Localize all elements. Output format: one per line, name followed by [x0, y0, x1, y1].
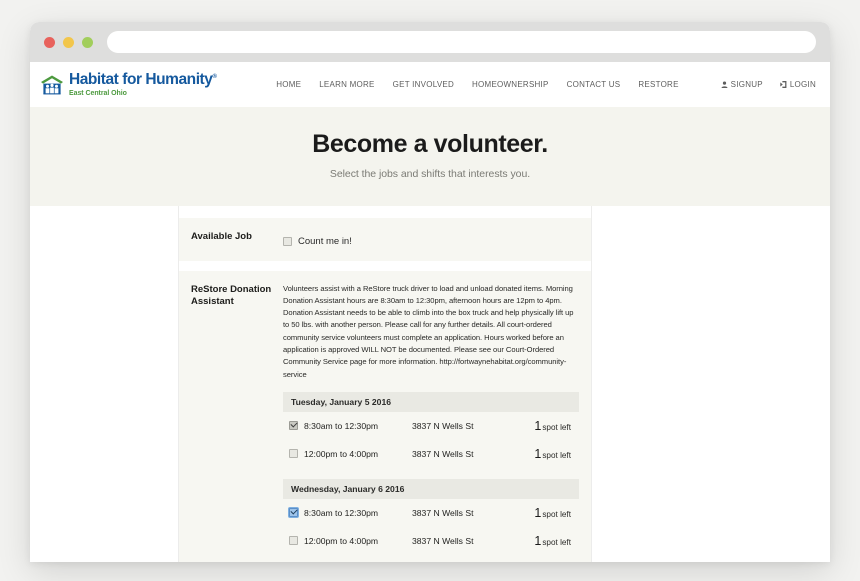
nav-item-restore[interactable]: RESTORE: [638, 80, 678, 89]
shift-spots-remaining: 1spot left: [534, 534, 571, 548]
shift-row[interactable]: 8:30am to 12:30pm 3837 N Wells St 1spot le…: [283, 499, 579, 527]
page-title: Become a volunteer.: [312, 130, 548, 158]
login-label: LOGIN: [789, 80, 816, 89]
nav-item-learn-more[interactable]: LEARN MORE: [319, 80, 374, 89]
job-description: Volunteers assist with a ReStore truck d…: [283, 283, 574, 379]
shift-day-list: Tuesday, January 5 2016 8:30am to 12:30pm…: [283, 391, 579, 562]
shift-row[interactable]: 12:00pm to 4:00pm 3837 N Wells St 1spot le…: [283, 527, 579, 555]
minimize-window-button[interactable]: [63, 36, 74, 48]
signup-label: SIGNUP: [730, 80, 763, 89]
nav-item-contact-us[interactable]: CONTACT US: [567, 80, 621, 89]
browser-window: Habitat for Humanity® East Central Ohio …: [30, 22, 830, 562]
shift-row[interactable]: 12:00pm to 4:00pm 3837 N Wells St 1spot le…: [283, 440, 579, 468]
job-body: Volunteers assist with a ReStore truck d…: [283, 283, 579, 563]
habitat-house-icon: [40, 74, 64, 96]
main-navigation: HOME LEARN MORE GET INVOLVED HOMEOWNERSH…: [276, 80, 816, 89]
shift-checkbox[interactable]: [289, 508, 298, 518]
shift-address: 3837 N Wells St: [412, 448, 474, 459]
shift-spots-count: 1: [534, 418, 542, 433]
url-input[interactable]: [107, 31, 816, 53]
shift-spots-remaining: 1spot left: [534, 419, 571, 433]
nav-item-get-involved[interactable]: GET INVOLVED: [393, 80, 454, 89]
shift-spots-label: spot left: [542, 422, 571, 432]
login-arrow-icon: [779, 81, 787, 88]
nav-item-home[interactable]: HOME: [276, 80, 301, 89]
shift-address: 3837 N Wells St: [412, 535, 474, 546]
browser-titlebar: [30, 22, 830, 62]
habitat-logo[interactable]: Habitat for Humanity® East Central Ohio: [40, 71, 217, 97]
logo-wordmark: Habitat for Humanity® East Central Ohio: [69, 71, 217, 97]
shift-spots-label: spot left: [542, 509, 571, 519]
count-me-in-row[interactable]: Count me in!: [283, 230, 579, 247]
available-job-panel: Available Job Count me in!: [179, 217, 591, 261]
shift-checkbox[interactable]: [289, 421, 298, 431]
shift-spots-remaining: 1spot left: [534, 447, 571, 461]
window-controls: [44, 36, 93, 48]
job-title: ReStore Donation Assistant: [191, 283, 272, 308]
signup-link[interactable]: SIGNUP: [721, 80, 763, 89]
shift-spots-count: 1: [534, 505, 542, 520]
shift-day-header: Wednesday, January 6 2016: [283, 478, 579, 499]
shift-checkbox[interactable]: [289, 449, 298, 459]
shift-time: 12:00pm to 4:00pm: [304, 448, 379, 459]
content-column: Available Job Count me in! ReStore Donat…: [178, 205, 592, 563]
hero-section: Become a volunteer. Select the jobs and …: [30, 107, 830, 206]
shift-spots-count: 1: [534, 533, 542, 548]
available-job-body: Count me in!: [283, 230, 579, 247]
shift-time: 8:30am to 12:30pm: [304, 420, 379, 431]
shift-spots-label: spot left: [542, 450, 571, 460]
logo-subtitle: East Central Ohio: [69, 89, 127, 97]
shift-spots-remaining: 1spot left: [534, 506, 571, 520]
shift-address: 3837 N Wells St: [412, 507, 474, 518]
page-body: Available Job Count me in! ReStore Donat…: [30, 205, 830, 563]
maximize-window-button[interactable]: [82, 36, 93, 48]
job-panel: ReStore Donation Assistant Volunteers as…: [179, 270, 591, 563]
available-job-label: Available Job: [191, 230, 252, 242]
shift-spots-label: spot left: [542, 537, 571, 547]
shift-spots-count: 1: [534, 446, 542, 461]
page-subtitle: Select the jobs and shifts that interest…: [329, 167, 531, 180]
logo-title: Habitat for Humanity®: [69, 71, 217, 89]
count-me-in-label: Count me in!: [298, 235, 352, 247]
user-icon: [721, 81, 728, 88]
shift-day-header: Tuesday, January 5 2016: [283, 391, 579, 412]
shift-checkbox[interactable]: [289, 536, 298, 546]
nav-item-homeownership[interactable]: HOMEOWNERSHIP: [472, 80, 549, 89]
shift-time: 12:00pm to 4:00pm: [304, 535, 379, 546]
shift-time: 8:30am to 12:30pm: [304, 507, 379, 518]
page-viewport: Habitat for Humanity® East Central Ohio …: [30, 62, 830, 562]
auth-links: SIGNUP LOGIN: [721, 80, 816, 89]
shift-address: 3837 N Wells St: [412, 420, 474, 431]
login-link[interactable]: LOGIN: [779, 80, 816, 89]
close-window-button[interactable]: [44, 36, 55, 48]
shift-row[interactable]: 8:30am to 12:30pm 3837 N Wells St 1spot le…: [283, 412, 579, 440]
registered-mark: ®: [212, 74, 217, 81]
site-header: Habitat for Humanity® East Central Ohio …: [30, 62, 830, 107]
count-me-in-checkbox[interactable]: [283, 236, 292, 246]
